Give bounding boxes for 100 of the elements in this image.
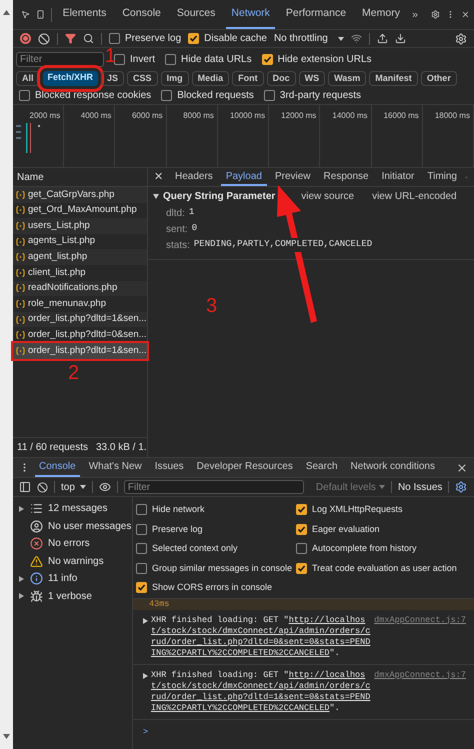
log-message: XHR finished loading: GET "http://localhost/stock/stock/dmxConnect/api/admin/orders/crud/order_list.php?dltd=0&sent=0&stats=PENDING%2CPARTLY%2CCOMPLETED%2CCANCELED". (151, 614, 372, 658)
expand-arrow-icon[interactable] (19, 593, 24, 600)
record-button[interactable] (20, 33, 31, 44)
console-prompt[interactable]: > (143, 726, 148, 736)
settings-icon[interactable] (431, 8, 440, 21)
settings-icon[interactable] (455, 32, 467, 44)
detail-tab[interactable]: Timing (422, 168, 462, 186)
type-filter-chip[interactable]: Other (420, 70, 457, 86)
source-link[interactable]: dmxAppConnect.js:7 (374, 614, 466, 626)
drawer-tab[interactable]: Developer Resources (192, 458, 297, 477)
checkbox[interactable] (264, 90, 275, 101)
panel-tab[interactable]: Elements (58, 0, 112, 29)
braces-icon (16, 268, 25, 277)
message-filter-item[interactable]: No warnings (13, 552, 132, 570)
message-filter-item[interactable]: 12 messages (13, 500, 132, 518)
search-icon[interactable] (83, 33, 94, 44)
filter-icon[interactable] (65, 33, 76, 44)
checkbox[interactable] (296, 562, 307, 574)
checkbox[interactable] (161, 90, 172, 101)
detail-tab[interactable]: Preview (270, 168, 316, 186)
close-button[interactable]: ✕ (154, 168, 167, 186)
type-filter-chip[interactable]: Wasm (328, 70, 366, 86)
expand-arrow-icon[interactable] (153, 194, 159, 198)
context-dropdown[interactable]: top (61, 480, 86, 494)
type-filter-chip[interactable]: Img (160, 70, 189, 86)
sidebar-toggle-icon[interactable] (19, 481, 31, 493)
panel-tab[interactable]: Sources (172, 0, 220, 29)
expand-arrow-icon[interactable] (143, 618, 148, 624)
checkbox[interactable] (136, 582, 147, 594)
page-scrollbar[interactable] (0, 0, 13, 749)
message-filter-item[interactable]: No errors (13, 535, 132, 552)
panel-tab[interactable]: Console (117, 0, 166, 29)
device-toolbar-icon[interactable] (36, 8, 45, 21)
checkbox[interactable] (136, 504, 147, 516)
clear-icon[interactable] (38, 32, 50, 44)
setting-label: Autocomplete from history (312, 542, 417, 555)
console-filter-field[interactable]: Filter (124, 480, 304, 494)
checkbox[interactable] (19, 90, 30, 101)
detail-tab[interactable]: Headers (170, 168, 218, 186)
braces-icon (16, 238, 25, 246)
checkbox[interactable] (109, 33, 120, 44)
message-filter-item[interactable]: 1 verbose (13, 588, 132, 605)
expand-arrow-icon[interactable] (19, 506, 24, 512)
wifi-icon[interactable] (350, 33, 362, 44)
view-toggle-link[interactable]: view source (301, 188, 354, 204)
scroll-down-icon[interactable] (3, 734, 10, 739)
checkbox[interactable] (136, 524, 147, 535)
type-filter-chip[interactable]: JS (101, 70, 124, 86)
panel-tab[interactable]: Memory (357, 0, 405, 29)
request-row[interactable]: readNotifications.php (13, 280, 147, 296)
request-row[interactable]: order_list.php?dltd=1&sen... (13, 342, 147, 359)
expand-arrow-icon[interactable] (19, 576, 24, 582)
request-row[interactable]: agent_list.php (13, 249, 147, 265)
type-filter-chip[interactable]: CSS (127, 70, 158, 86)
type-filter-chip[interactable]: Manifest (369, 70, 418, 86)
source-link[interactable]: dmxAppConnect.js:7 (374, 670, 466, 680)
checkbox[interactable] (296, 504, 307, 516)
type-filter-chip[interactable]: Media (192, 70, 230, 86)
panel-tab[interactable]: Performance (280, 0, 352, 29)
clear-icon[interactable] (37, 482, 48, 492)
request-row[interactable]: agents_List.php (13, 234, 147, 250)
drawer-tab[interactable]: Issues (150, 458, 188, 477)
eye-icon[interactable] (98, 481, 111, 493)
drawer-tab[interactable]: Network conditions (346, 458, 439, 477)
detail-tab[interactable]: Payload (220, 168, 267, 186)
type-filter-chip[interactable]: Fetch/XHR (42, 70, 98, 86)
type-filter-chip[interactable]: Doc (266, 70, 296, 86)
drawer-tab[interactable]: Console (35, 458, 80, 477)
checkbox[interactable] (136, 543, 147, 554)
drawer-tab[interactable]: Search (302, 458, 342, 477)
checkbox[interactable] (188, 33, 200, 44)
request-row[interactable]: users_List.php (13, 218, 147, 234)
close-icon[interactable] (456, 462, 468, 474)
checkbox[interactable] (262, 54, 273, 64)
type-filter-chip[interactable]: All (16, 70, 40, 86)
checkbox[interactable] (114, 54, 125, 64)
panel-tab[interactable]: Network (226, 0, 275, 29)
type-filter-chip[interactable]: Font (232, 70, 264, 86)
message-filter-item[interactable]: 11 info (13, 570, 132, 588)
checkbox[interactable] (136, 562, 147, 574)
view-toggle-link[interactable]: view URL-encoded (372, 188, 457, 204)
expand-arrow-icon[interactable] (143, 672, 148, 678)
request-row[interactable]: get_CatGrpVars.php (13, 187, 147, 203)
type-filter-chip[interactable]: WS (298, 70, 326, 86)
request-row[interactable]: order_list.php?dltd=1&sen... (13, 312, 147, 328)
request-name: agents_List.php (28, 234, 96, 248)
upload-icon[interactable] (376, 33, 388, 44)
detail-tab[interactable]: Response (318, 168, 374, 186)
throttling-dropdown[interactable]: No throttling (274, 31, 344, 46)
download-icon[interactable] (394, 33, 406, 44)
filter-field[interactable]: Filter (16, 52, 104, 66)
checkbox[interactable] (296, 543, 307, 554)
detail-tab[interactable]: Initiator (376, 168, 420, 186)
inspect-icon[interactable] (21, 8, 30, 21)
drawer-tab[interactable]: What's New (84, 458, 146, 477)
settings-icon[interactable] (455, 481, 468, 493)
message-filter-item[interactable]: No user messages (13, 518, 132, 535)
scroll-up-icon[interactable] (3, 10, 10, 15)
checkbox[interactable] (165, 54, 176, 64)
checkbox[interactable] (296, 524, 307, 535)
